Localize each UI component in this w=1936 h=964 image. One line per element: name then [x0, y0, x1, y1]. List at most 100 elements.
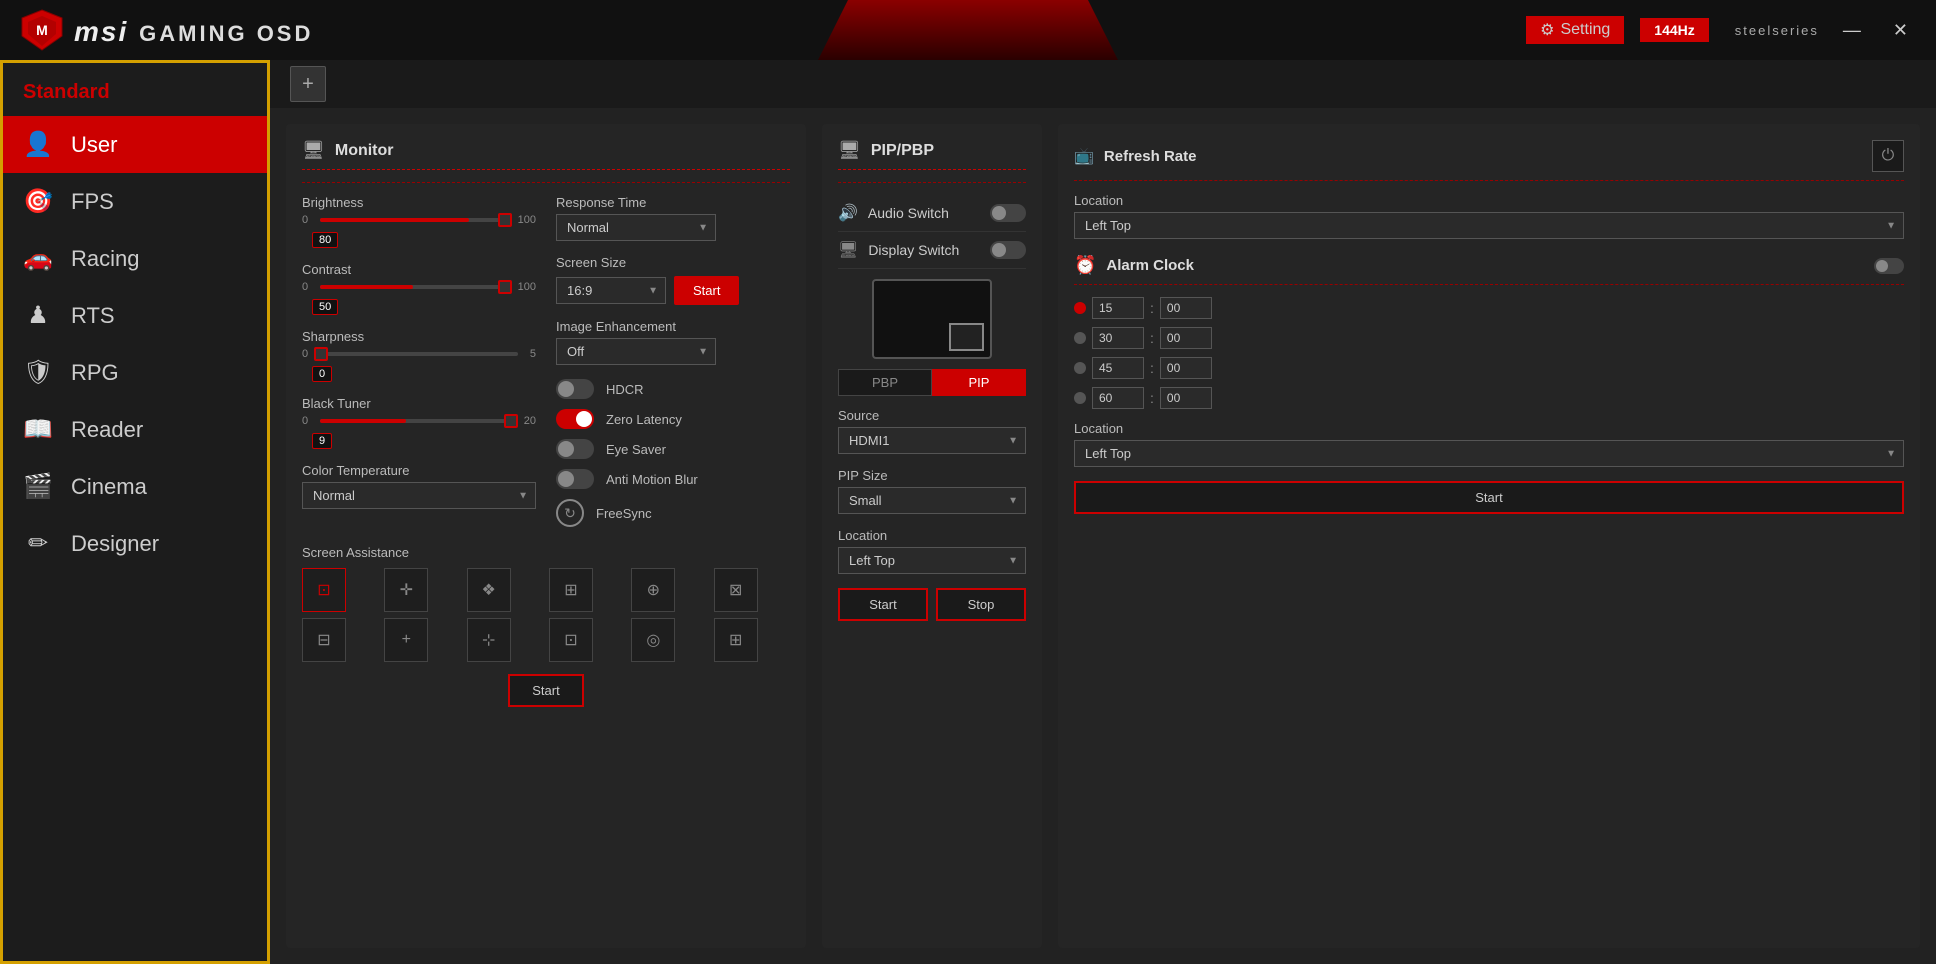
- color-temp-control: Color Temperature Normal Warm Cool Custo…: [302, 463, 536, 509]
- refresh-rate-power-button[interactable]: ⏻: [1872, 140, 1904, 172]
- sidebar-item-reader[interactable]: 📖 Reader: [3, 401, 267, 458]
- sidebar-item-user[interactable]: 👤 User: [3, 116, 267, 173]
- alarm-location-dropdown[interactable]: Left Top Left Bottom Right Top Right Bot…: [1074, 440, 1904, 467]
- pip-stop-button[interactable]: Stop: [936, 588, 1026, 621]
- app-logo: M msi GAMING OSD: [20, 8, 313, 52]
- monitor-left-col: Brightness 0 100 80: [302, 195, 536, 537]
- monitor-controls: Brightness 0 100 80: [302, 195, 790, 537]
- assist-icon-12[interactable]: ⊞: [714, 618, 758, 662]
- setting-button[interactable]: ⚙ Setting: [1526, 16, 1624, 44]
- monitor-panel: 🖥 Monitor Brightness 0: [286, 124, 806, 948]
- sharpness-control: Sharpness 0 5 0: [302, 329, 536, 382]
- screen-size-start-button[interactable]: Start: [674, 276, 739, 305]
- alarm-hour-1[interactable]: 15: [1092, 297, 1144, 319]
- hdcr-toggle-row: HDCR: [556, 379, 790, 399]
- assist-icon-11[interactable]: ◎: [631, 618, 675, 662]
- alarm-location-dropdown-wrapper: Left Top Left Bottom Right Top Right Bot…: [1074, 440, 1904, 467]
- pip-panel-title: PIP/PBP: [871, 142, 934, 160]
- black-tuner-slider-row: 0 20: [302, 415, 536, 427]
- alarm-clock-icon: ⏰: [1074, 255, 1096, 276]
- contrast-thumb[interactable]: [498, 280, 512, 294]
- alarm-hour-2[interactable]: 30: [1092, 327, 1144, 349]
- black-tuner-thumb[interactable]: [504, 414, 518, 428]
- pbp-tab[interactable]: PBP: [838, 369, 932, 396]
- alarm-hour-3[interactable]: 45: [1092, 357, 1144, 379]
- refresh-rate-location-label: Location: [1074, 193, 1904, 208]
- monitor-start-button[interactable]: Start: [508, 674, 583, 707]
- sharpness-track[interactable]: [320, 352, 518, 356]
- alarm-hour-4[interactable]: 60: [1092, 387, 1144, 409]
- zero-latency-toggle[interactable]: [556, 409, 594, 429]
- assist-icon-10[interactable]: ⊡: [549, 618, 593, 662]
- screen-size-control: Screen Size 16:9 4:3 Auto Start: [556, 255, 790, 305]
- user-icon: 👤: [23, 130, 53, 159]
- response-time-dropdown-wrapper: Normal Fast Fastest: [556, 214, 716, 241]
- alarm-minute-4[interactable]: 00: [1160, 387, 1212, 409]
- alarm-clock-title-row: ⏰ Alarm Clock: [1074, 255, 1194, 276]
- screen-assistance-section: Screen Assistance ⊡ ✛ ❖ ⊞ ⊕ ⊠ ⊟ + ⊹ ⊡: [302, 545, 790, 707]
- close-button[interactable]: ✕: [1885, 16, 1916, 45]
- designer-icon: ✏: [23, 529, 53, 558]
- audio-switch-toggle[interactable]: [990, 204, 1026, 222]
- assist-icon-6[interactable]: ⊠: [714, 568, 758, 612]
- pip-start-button[interactable]: Start: [838, 588, 928, 621]
- pip-source-dropdown[interactable]: HDMI1 HDMI2 DisplayPort: [838, 427, 1026, 454]
- minimize-button[interactable]: —: [1835, 16, 1869, 45]
- pip-location-control: Location Left Top Left Bottom Right Top …: [838, 528, 1026, 574]
- screen-size-dropdown[interactable]: 16:9 4:3 Auto: [556, 277, 666, 304]
- alarm-minute-2[interactable]: 00: [1160, 327, 1212, 349]
- msi-shield-icon: M: [20, 8, 64, 52]
- hdcr-toggle[interactable]: [556, 379, 594, 399]
- sharpness-max: 5: [530, 348, 536, 360]
- alarm-colon-4: :: [1150, 390, 1154, 406]
- assist-icon-3[interactable]: ❖: [467, 568, 511, 612]
- display-switch-toggle[interactable]: [990, 241, 1026, 259]
- display-switch-row: 🖥 Display Switch: [838, 232, 1026, 269]
- sidebar-item-designer[interactable]: ✏ Designer: [3, 515, 267, 572]
- refresh-rate-location-dropdown[interactable]: Left Top Left Bottom Right Top Right Bot…: [1074, 212, 1904, 239]
- black-tuner-control: Black Tuner 0 20 9: [302, 396, 536, 449]
- alarm-minute-3[interactable]: 00: [1160, 357, 1212, 379]
- sidebar-item-fps[interactable]: 🎯 FPS: [3, 173, 267, 230]
- sidebar-item-racing[interactable]: 🚗 Racing: [3, 230, 267, 287]
- assist-icon-1[interactable]: ⊡: [302, 568, 346, 612]
- alarm-clock-toggle[interactable]: [1874, 258, 1904, 274]
- sidebar-item-rpg[interactable]: 🛡 RPG: [3, 344, 267, 401]
- brightness-thumb[interactable]: [498, 213, 512, 227]
- alarm-minute-1[interactable]: 00: [1160, 297, 1212, 319]
- sidebar-item-label-fps: FPS: [71, 189, 114, 215]
- sidebar-item-rts[interactable]: ♟ RTS: [3, 287, 267, 344]
- alarm-row-2: 30 : 00: [1074, 327, 1904, 349]
- image-enhancement-control: Image Enhancement Off Low Medium High: [556, 319, 790, 365]
- assist-icon-4[interactable]: ⊞: [549, 568, 593, 612]
- brightness-control: Brightness 0 100 80: [302, 195, 536, 248]
- brightness-track[interactable]: [320, 218, 506, 222]
- assist-icon-7[interactable]: ⊟: [302, 618, 346, 662]
- pip-size-dropdown[interactable]: Small Medium Large: [838, 487, 1026, 514]
- add-tab-button[interactable]: +: [290, 66, 326, 102]
- assist-icon-9[interactable]: ⊹: [467, 618, 511, 662]
- pip-tab[interactable]: PIP: [932, 369, 1026, 396]
- pip-location-dropdown[interactable]: Left Top Left Bottom Right Top Right Bot…: [838, 547, 1026, 574]
- pip-panel: 🖥 PIP/PBP 🔊 Audio Switch 🖥 Display Switc…: [822, 124, 1042, 948]
- anti-motion-blur-toggle[interactable]: [556, 469, 594, 489]
- image-enhancement-dropdown[interactable]: Off Low Medium High: [556, 338, 716, 365]
- sharpness-thumb[interactable]: [314, 347, 328, 361]
- alarm-location-control: Location Left Top Left Bottom Right Top …: [1074, 421, 1904, 467]
- sidebar-item-cinema[interactable]: 🎬 Cinema: [3, 458, 267, 515]
- assist-icon-2[interactable]: ✛: [384, 568, 428, 612]
- pip-preview: [872, 279, 992, 359]
- assist-icon-8[interactable]: +: [384, 618, 428, 662]
- assist-icon-5[interactable]: ⊕: [631, 568, 675, 612]
- alarm-start-button[interactable]: Start: [1074, 481, 1904, 514]
- display-switch-label: Display Switch: [868, 242, 980, 258]
- pip-source-label: Source: [838, 408, 1026, 423]
- eye-saver-toggle[interactable]: [556, 439, 594, 459]
- response-time-dropdown[interactable]: Normal Fast Fastest: [556, 214, 716, 241]
- eye-saver-label: Eye Saver: [606, 442, 666, 457]
- pbp-pip-tabs: PBP PIP: [838, 369, 1026, 396]
- sidebar-label: Standard: [3, 73, 267, 116]
- color-temp-dropdown[interactable]: Normal Warm Cool Custom: [302, 482, 536, 509]
- contrast-track[interactable]: [320, 285, 506, 289]
- black-tuner-track[interactable]: [320, 419, 512, 423]
